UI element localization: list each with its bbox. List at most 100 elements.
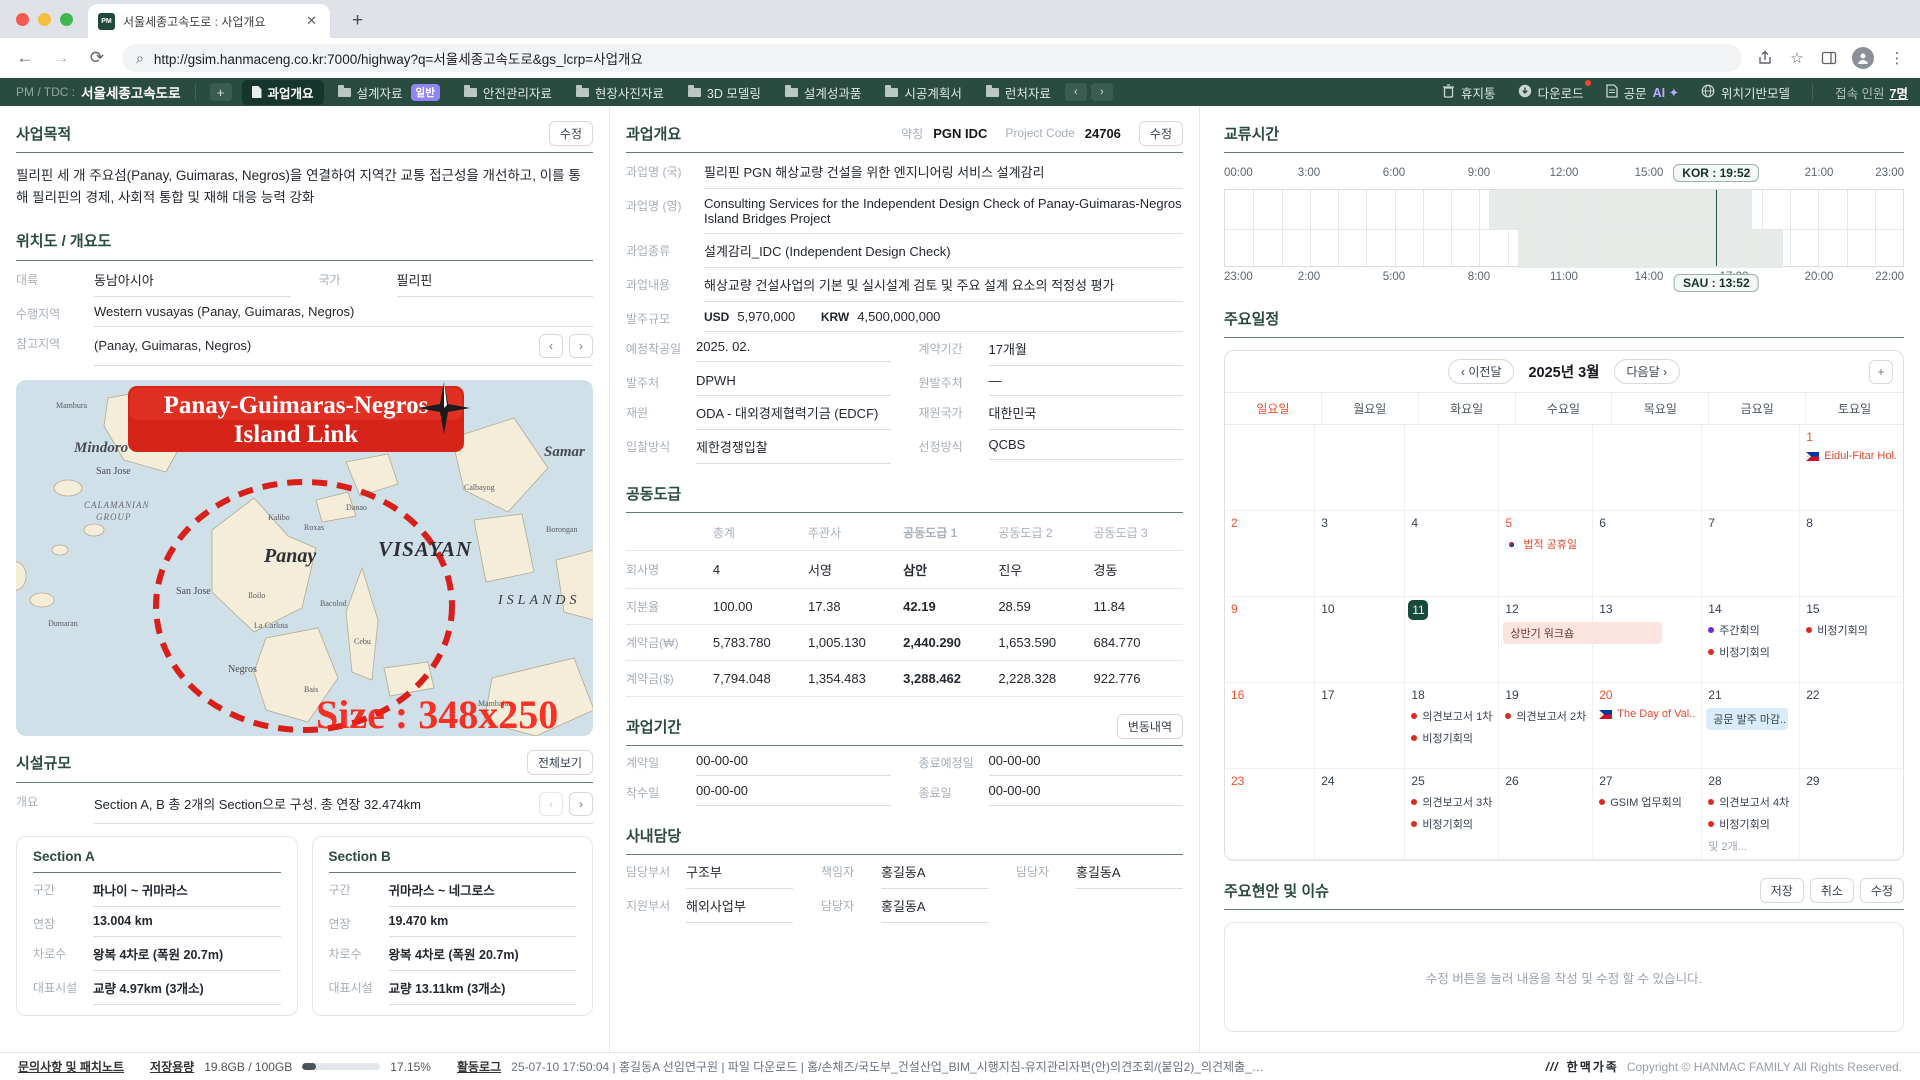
nav-tab-과업개요[interactable]: 과업개요 (242, 80, 324, 105)
profile-avatar[interactable] (1852, 47, 1874, 69)
issues-editor[interactable]: 수정 버튼을 눌러 내용을 작성 및 수정 할 수 있습니다. (1224, 922, 1904, 1032)
calendar-day-24[interactable]: 24 (1315, 769, 1405, 860)
calendar-event[interactable]: 의견보고서 3차 (1411, 794, 1492, 810)
calendar-event[interactable]: 의견보고서 4차 (1708, 794, 1793, 810)
calendar-day-19[interactable]: 19의견보고서 2차 (1499, 683, 1593, 769)
browser-tab[interactable]: PM 서울세종고속도로 : 사업개요 ✕ (88, 4, 330, 38)
calendar-day-16[interactable]: 16 (1225, 683, 1315, 769)
storage-label[interactable]: 저장용량 (150, 1058, 194, 1075)
nav-tab-런처자료[interactable]: 런처자료 (976, 80, 1061, 105)
calendar-day-20[interactable]: 20The Day of Val.. (1593, 683, 1702, 769)
calendar-event[interactable]: 주간회의 (1708, 622, 1793, 638)
next-month-button[interactable]: 다음달 › (1614, 359, 1680, 384)
calendar-day-22[interactable]: 22 (1800, 683, 1903, 769)
calendar-day-empty[interactable] (1315, 425, 1405, 511)
calendar-day-empty[interactable] (1702, 425, 1800, 511)
region-next-icon[interactable]: › (569, 334, 593, 358)
period-history-button[interactable]: 변동내역 (1117, 714, 1183, 739)
calendar-day-15[interactable]: 15비정기회의 (1800, 597, 1903, 683)
calendar-day-28[interactable]: 28의견보고서 4차비정기회의및 2개... (1702, 769, 1800, 860)
calendar-day-18[interactable]: 18의견보고서 1차비정기회의 (1405, 683, 1499, 769)
calendar-day-21[interactable]: 21공문 발주 마감.. (1702, 683, 1800, 769)
add-tab-button[interactable]: + (210, 83, 232, 101)
calendar-day-25[interactable]: 25의견보고서 3차비정기회의 (1405, 769, 1499, 860)
calendar-day-10[interactable]: 10 (1315, 597, 1405, 683)
maximize-window-icon[interactable] (60, 13, 73, 26)
calendar-event[interactable]: 비정기회의 (1411, 730, 1492, 746)
calendar-day-8[interactable]: 8 (1800, 511, 1903, 597)
issues-cancel-button[interactable]: 취소 (1810, 878, 1854, 903)
calendar-day-14[interactable]: 14주간회의비정기회의 (1702, 597, 1800, 683)
window-controls[interactable] (16, 13, 73, 26)
nav-tab-설계자료[interactable]: 설계자료일반 (328, 80, 450, 105)
calendar-more-events[interactable]: 및 2개... (1708, 838, 1793, 854)
calendar-day-29[interactable]: 29 (1800, 769, 1903, 860)
calendar-holiday-event[interactable]: 법적 공휴일 (1505, 536, 1586, 552)
nav-tab-설계성과품[interactable]: 설계성과품 (775, 80, 872, 105)
region-prev-icon[interactable]: ‹ (539, 334, 563, 358)
inquiry-link[interactable]: 문의사항 및 패치노트 (18, 1058, 124, 1075)
tabs-scroll-right-icon[interactable]: › (1091, 83, 1113, 101)
new-tab-button[interactable]: + (344, 10, 371, 38)
tabs-scroll-left-icon[interactable]: ‹ (1065, 83, 1087, 101)
activity-log-label[interactable]: 활동로그 (457, 1058, 501, 1075)
reload-icon[interactable]: ⟳ (86, 48, 108, 68)
tab-close-icon[interactable]: ✕ (303, 13, 320, 29)
calendar-day-1[interactable]: 1Eidul-Fitar Hol. (1800, 425, 1903, 511)
nav-tab-3D 모델링[interactable]: 3D 모델링 (678, 80, 771, 105)
calendar-event[interactable]: 비정기회의 (1806, 622, 1897, 638)
calendar-day-4[interactable]: 4 (1405, 511, 1499, 597)
overview-prev-icon[interactable]: ‹ (539, 792, 563, 816)
overview-next-icon[interactable]: › (569, 792, 593, 816)
calendar-day-11[interactable]: 11 (1405, 597, 1499, 683)
calendar-day-27[interactable]: 27GSIM 업무회의 (1593, 769, 1702, 860)
purpose-edit-button[interactable]: 수정 (549, 121, 593, 146)
calendar-day-17[interactable]: 17 (1315, 683, 1405, 769)
task-edit-button[interactable]: 수정 (1139, 121, 1183, 146)
nav-tab-안전관리자료[interactable]: 안전관리자료 (454, 80, 562, 105)
calendar-day-empty[interactable] (1499, 425, 1593, 511)
share-icon[interactable] (1756, 49, 1774, 67)
calendar-event[interactable]: 비정기회의 (1411, 816, 1492, 832)
calendar-day-3[interactable]: 3 (1315, 511, 1405, 597)
calendar-day-26[interactable]: 26 (1499, 769, 1593, 860)
calendar-banner-event[interactable]: 상반기 워크숍 (1503, 622, 1662, 644)
calendar-day-2[interactable]: 2 (1225, 511, 1315, 597)
calendar-event[interactable]: 비정기회의 (1708, 644, 1793, 660)
minimize-window-icon[interactable] (38, 13, 51, 26)
calendar-day-empty[interactable] (1405, 425, 1499, 511)
nav-action-위치기반모델[interactable]: 위치기반모델 (1701, 83, 1790, 102)
calendar-banner-event[interactable]: 공문 발주 마감.. (1706, 708, 1788, 730)
forward-icon[interactable]: → (50, 48, 72, 68)
calendar-day-empty[interactable] (1593, 425, 1702, 511)
close-window-icon[interactable] (16, 13, 29, 26)
prev-month-button[interactable]: ‹ 이전달 (1448, 359, 1514, 384)
visitors-count[interactable]: 7명 (1890, 87, 1908, 101)
calendar-day-9[interactable]: 9 (1225, 597, 1315, 683)
nav-action-다운로드[interactable]: 다운로드 (1518, 83, 1584, 102)
calendar-day-7[interactable]: 7 (1702, 511, 1800, 597)
nav-action-공문[interactable]: 공문AI ✦ (1606, 83, 1679, 102)
menu-dots-icon[interactable]: ⋮ (1888, 49, 1906, 67)
address-bar[interactable]: ⌕ http://gsim.hanmaceng.co.kr:7000/highw… (122, 44, 1742, 72)
calendar-event[interactable]: 의견보고서 1차 (1411, 708, 1492, 724)
bookmark-star-icon[interactable]: ☆ (1788, 49, 1806, 67)
calendar-day-5[interactable]: 5법적 공휴일 (1499, 511, 1593, 597)
calendar-event[interactable]: 비정기회의 (1708, 816, 1793, 832)
nav-tab-현장사진자료[interactable]: 현장사진자료 (566, 80, 674, 105)
calendar-event[interactable]: 의견보고서 2차 (1505, 708, 1586, 724)
calendar-event[interactable]: GSIM 업무회의 (1599, 794, 1695, 810)
calendar-holiday-event[interactable]: Eidul-Fitar Hol. (1806, 450, 1897, 462)
calendar-day-23[interactable]: 23 (1225, 769, 1315, 860)
nav-tab-시공계획서[interactable]: 시공계획서 (875, 80, 972, 105)
back-icon[interactable]: ← (14, 48, 36, 68)
side-panel-icon[interactable] (1820, 49, 1838, 67)
calendar-day-12[interactable]: 12상반기 워크숍 (1499, 597, 1593, 683)
nav-action-휴지통[interactable]: 휴지통 (1442, 83, 1496, 102)
issues-save-button[interactable]: 저장 (1760, 878, 1804, 903)
url-text[interactable]: http://gsim.hanmaceng.co.kr:7000/highway… (154, 48, 643, 68)
calendar-day-empty[interactable] (1225, 425, 1315, 511)
issues-edit-button[interactable]: 수정 (1860, 878, 1904, 903)
calendar-day-6[interactable]: 6 (1593, 511, 1702, 597)
timeline-grid[interactable] (1224, 189, 1904, 267)
